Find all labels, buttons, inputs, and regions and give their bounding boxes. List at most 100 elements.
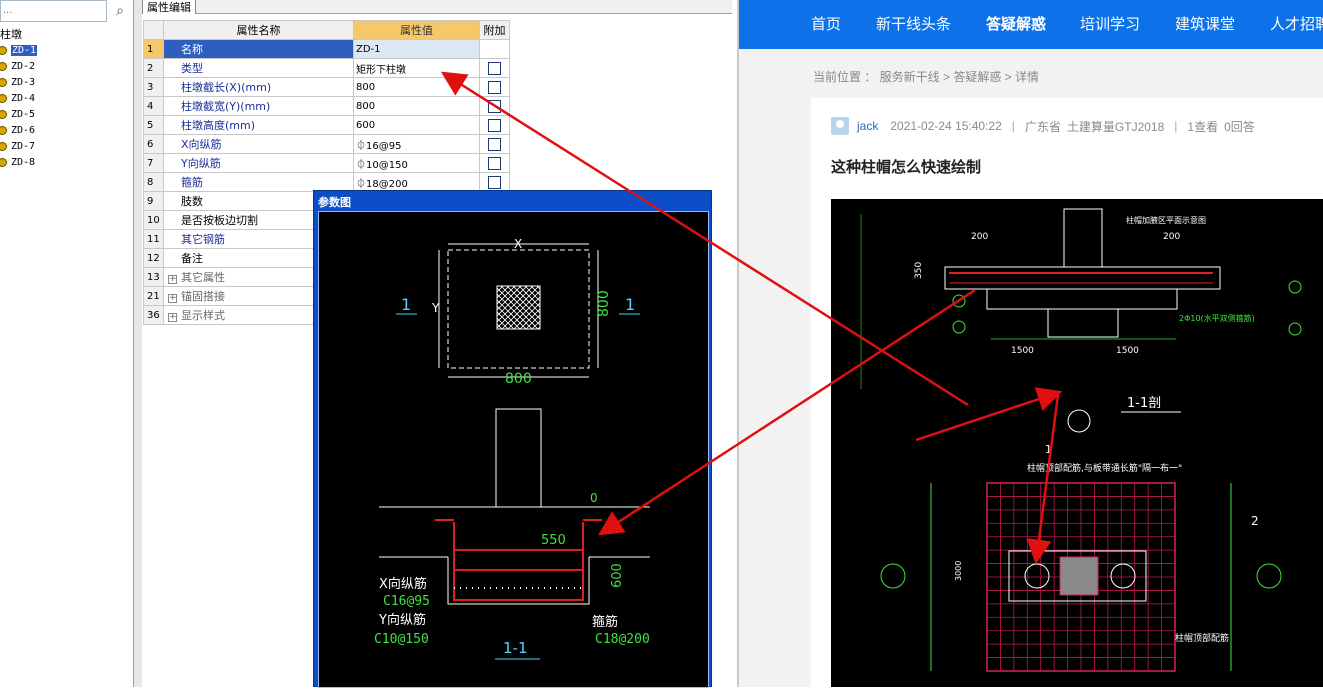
column-pier-icon [0, 61, 7, 71]
property-value-cell[interactable]: 矩形下柱墩 [353, 58, 480, 78]
column-header-name[interactable]: 属性名称 [163, 20, 354, 40]
avatar[interactable] [831, 117, 849, 135]
expand-icon[interactable]: + [168, 313, 177, 322]
cad-slab [944, 266, 1221, 290]
column-pier-icon [0, 93, 7, 103]
property-row[interactable]: 4 柱墩截宽(Y)(mm) 800 [143, 96, 510, 116]
nav-item[interactable]: 答疑解惑 [986, 0, 1046, 49]
column-header-extra[interactable]: 附加 [479, 20, 510, 40]
property-row[interactable]: 2 类型 矩形下柱墩 [143, 58, 510, 78]
property-name: 柱墩截长(X)(mm) [181, 81, 272, 94]
property-name-cell[interactable]: 名称 [163, 39, 354, 59]
question-drawing-image[interactable]: 1500 1500 200 200 350 柱帽加腋区平面示意图 2Φ10(水平… [831, 199, 1323, 687]
property-name-cell[interactable]: 箍筋 [163, 172, 354, 192]
column-pier-icon [0, 77, 7, 87]
dim-600: 600 [610, 563, 625, 588]
property-name-cell[interactable]: 柱墩截宽(Y)(mm) [163, 96, 354, 116]
extra-checkbox[interactable] [488, 137, 501, 151]
property-name-cell[interactable]: X向纵筋 [163, 134, 354, 154]
row-number: 9 [143, 191, 164, 211]
y-bar-value: C10@150 [374, 632, 429, 647]
row-number: 8 [143, 172, 164, 192]
nav-item[interactable]: 培训学习 [1080, 0, 1140, 49]
column-pier-icon [0, 141, 7, 151]
x-bar-label: X向纵筋 [379, 576, 427, 592]
property-name-cell[interactable]: 柱墩截长(X)(mm) [163, 77, 354, 97]
property-name: 名称 [181, 43, 203, 56]
cad-drop [986, 289, 1178, 310]
tree-item-label: ZD-7 [11, 140, 36, 152]
property-row[interactable]: 7 Y向纵筋 ⏀10@150 [143, 153, 510, 173]
extra-checkbox[interactable] [488, 156, 501, 170]
row-number: 36 [143, 305, 164, 325]
tree-item-label: ZD-4 [11, 92, 36, 104]
column-header-value[interactable]: 属性值 [353, 20, 480, 40]
row-number: 10 [143, 210, 164, 230]
cad-circle [1110, 563, 1136, 589]
property-name-cell[interactable]: Y向纵筋 [163, 153, 354, 173]
tree-item[interactable]: ZD-1 [0, 42, 38, 58]
tree-item[interactable]: ZD-7 [0, 138, 37, 154]
extra-checkbox[interactable] [488, 118, 501, 132]
splitter[interactable] [134, 0, 142, 687]
tree-search-input[interactable]: ... [0, 0, 107, 22]
property-value-cell[interactable]: ZD-1 [353, 39, 480, 59]
extra-cell [479, 172, 510, 192]
plan-y-value: 800 [596, 290, 612, 317]
property-value-cell[interactable]: ⏀10@150 [353, 153, 480, 173]
nav-item[interactable]: 新干线头条 [876, 0, 951, 49]
tree-item[interactable]: ZD-6 [0, 122, 37, 138]
property-value-cell[interactable]: ⏀18@200 [353, 172, 480, 192]
tree-item-label: ZD-2 [11, 60, 36, 72]
tree-item-label: ZD-5 [11, 108, 36, 120]
property-row[interactable]: 1 名称 ZD-1 [143, 39, 510, 59]
tree-item[interactable]: ZD-8 [0, 154, 37, 170]
tree-item[interactable]: ZD-3 [0, 74, 37, 90]
column-pier-icon [0, 125, 7, 135]
question-answers: 0回答 [1224, 119, 1255, 134]
section-mark-right: 1 [625, 295, 635, 314]
extra-checkbox[interactable] [488, 80, 501, 94]
tree-root-label[interactable]: 柱墩 [0, 26, 22, 42]
expand-icon[interactable]: + [168, 294, 177, 303]
nav-item[interactable]: 建筑课堂 [1175, 0, 1235, 49]
cad-drawing-svg: 1500 1500 200 200 350 柱帽加腋区平面示意图 2Φ10(水平… [860, 208, 1302, 672]
extra-checkbox[interactable] [488, 175, 501, 189]
parameter-diagram-window[interactable]: 参数图 X Y 800 800 1 1 0 550 600 X向纵筋 C16@9… [313, 190, 712, 688]
property-row[interactable]: 5 柱墩高度(mm) 600 [143, 115, 510, 135]
question-user[interactable]: jack [857, 119, 878, 133]
property-row[interactable]: 3 柱墩截长(X)(mm) 800 [143, 77, 510, 97]
property-row[interactable]: 6 X向纵筋 ⏀16@95 [143, 134, 510, 154]
property-name-cell[interactable]: 类型 [163, 58, 354, 78]
row-number: 21 [143, 286, 164, 306]
property-value-cell[interactable]: 600 [353, 115, 480, 135]
row-number-header [143, 20, 164, 40]
extra-checkbox[interactable] [488, 61, 501, 75]
tree-item[interactable]: ZD-4 [0, 90, 37, 106]
cad-circle [1067, 409, 1091, 433]
nav-item[interactable]: 人才招聘 [1270, 0, 1323, 49]
question-card: jack 2021-02-24 15:40:22 | 广东省 土建算量GTJ20… [811, 98, 1323, 687]
cad-callout [952, 320, 966, 334]
property-name-cell[interactable]: 柱墩高度(mm) [163, 115, 354, 135]
section-column [495, 408, 542, 508]
tab-property-edit[interactable]: 属性编辑 [142, 0, 196, 14]
parameter-diagram-canvas: X Y 800 800 1 1 0 550 600 X向纵筋 C16@95 Y向… [318, 211, 709, 688]
property-name: 锚固搭接 [181, 290, 225, 303]
tree-item[interactable]: ZD-2 [0, 58, 37, 74]
property-value-cell[interactable]: ⏀16@95 [353, 134, 480, 154]
cad-callout [952, 294, 966, 308]
property-value-cell[interactable]: 800 [353, 77, 480, 97]
expand-icon[interactable]: + [168, 275, 177, 284]
property-row[interactable]: 8 箍筋 ⏀18@200 [143, 172, 510, 192]
extra-checkbox[interactable] [488, 99, 501, 113]
tree-item[interactable]: ZD-5 [0, 106, 37, 122]
search-icon[interactable]: ⌕ [108, 0, 132, 22]
section-title: 1-1 [503, 639, 528, 657]
nav-item[interactable]: 首页 [811, 0, 841, 49]
tree-item-label: ZD-8 [11, 156, 36, 168]
cad-mark-1: 1 [1045, 443, 1052, 456]
property-value-cell[interactable]: 800 [353, 96, 480, 116]
tree-item-label: ZD-6 [11, 124, 36, 136]
breadcrumb: 当前位置 ： 服务新干线 > 答疑解惑 > 详情 [813, 70, 1040, 84]
